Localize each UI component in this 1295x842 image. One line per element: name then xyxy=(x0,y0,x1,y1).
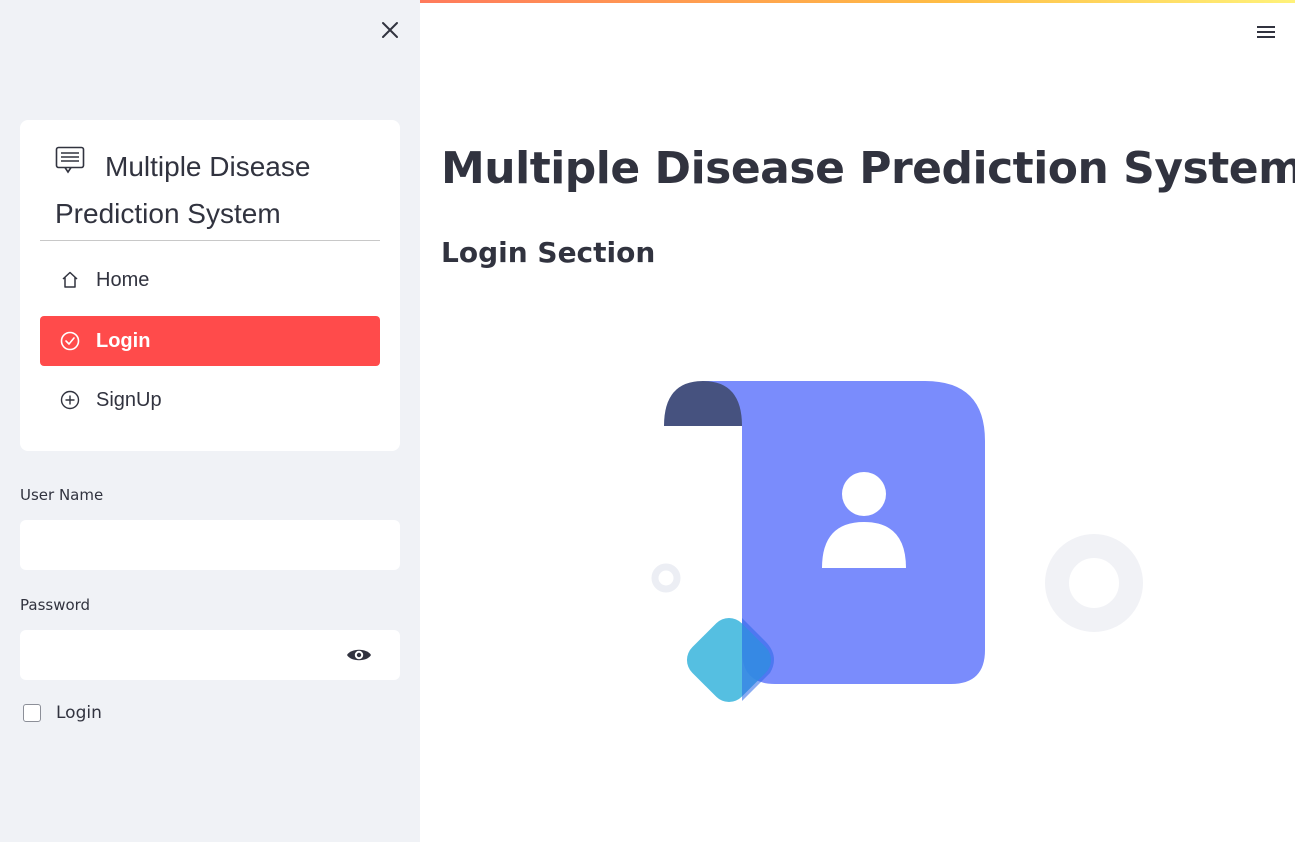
login-checkbox[interactable] xyxy=(23,704,41,722)
person-head xyxy=(842,472,886,516)
username-input[interactable] xyxy=(20,520,400,570)
section-title: Login Section xyxy=(441,236,656,269)
nav-item-label: Home xyxy=(96,268,150,291)
login-checkbox-row[interactable]: Login xyxy=(23,703,102,723)
menu-title-text: Multiple Disease Prediction System xyxy=(55,151,311,230)
main-menu-button[interactable] xyxy=(1253,20,1279,44)
house-icon xyxy=(60,270,80,290)
top-decoration-bar xyxy=(420,0,1295,3)
sidebar: Multiple Disease Prediction System Home … xyxy=(0,0,420,842)
plus-circle-icon xyxy=(60,390,80,410)
menu-title: Multiple Disease Prediction System xyxy=(55,144,375,236)
username-label: User Name xyxy=(20,486,104,504)
login-checkbox-label: Login xyxy=(56,703,102,723)
decor-ring-small xyxy=(651,563,681,593)
nav-item-login[interactable]: Login xyxy=(40,316,380,366)
decor-ring-large xyxy=(1045,534,1143,632)
password-label: Password xyxy=(20,596,91,614)
close-sidebar-button[interactable] xyxy=(376,16,404,44)
close-icon xyxy=(382,22,398,38)
user-profile-illustration xyxy=(651,381,1143,703)
menu-divider xyxy=(40,240,380,241)
list-icon xyxy=(55,142,85,187)
page-title: Multiple Disease Prediction System xyxy=(441,143,1295,194)
hamburger-icon xyxy=(1257,26,1275,38)
nav-item-label: Login xyxy=(96,329,151,352)
nav-item-label: SignUp xyxy=(96,388,162,411)
show-password-button[interactable] xyxy=(340,640,378,670)
check-circle-icon xyxy=(60,331,80,351)
nav-item-home[interactable]: Home xyxy=(40,255,380,305)
option-menu: Multiple Disease Prediction System Home … xyxy=(20,120,400,451)
eye-icon xyxy=(347,649,371,661)
nav-item-signup[interactable]: SignUp xyxy=(40,375,380,425)
